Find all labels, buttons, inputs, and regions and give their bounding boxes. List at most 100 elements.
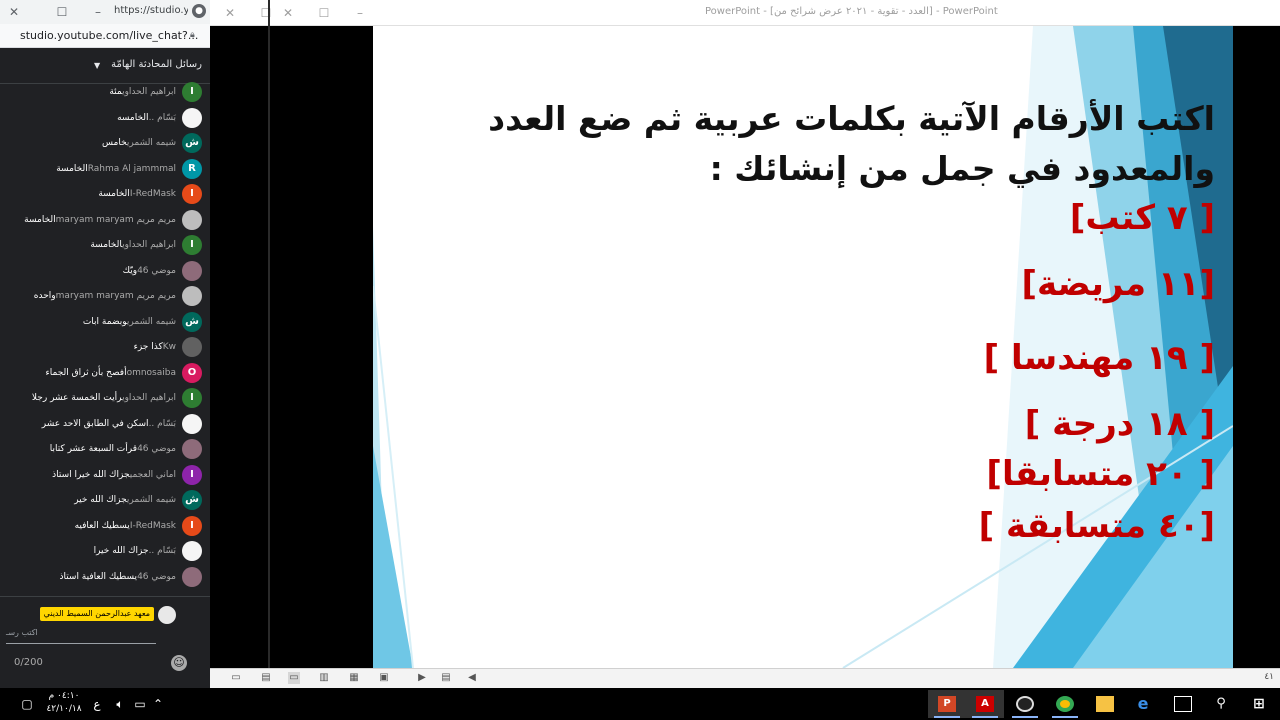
chat-author[interactable]: شيمه الشمري bbox=[127, 495, 176, 505]
chat-message[interactable]: Kwكذا جزء bbox=[0, 335, 202, 359]
acrobat-icon[interactable]: A bbox=[966, 690, 1004, 718]
chat-message[interactable]: موضي 46يسطيك العافية استاذ bbox=[0, 565, 202, 589]
chat-author[interactable]: I-RedMask bbox=[130, 521, 176, 531]
chat-author[interactable]: موضي 46 bbox=[137, 572, 176, 582]
maximize-icon[interactable]: ☐ bbox=[54, 4, 70, 20]
chat-author[interactable]: omnosaiba bbox=[127, 368, 176, 378]
search-icon[interactable]: ⚲ bbox=[1202, 690, 1240, 718]
chat-message[interactable]: بَسّام ..الخامسه bbox=[0, 106, 202, 130]
chat-author[interactable]: بَسّام .. bbox=[149, 419, 176, 429]
chat-author[interactable]: I-RedMask bbox=[130, 189, 176, 199]
avatar[interactable] bbox=[182, 107, 202, 128]
chat-author[interactable]: اماني العجمي bbox=[130, 470, 176, 480]
avatar[interactable] bbox=[182, 541, 202, 561]
chat-author[interactable]: ابراهيم الحداوي bbox=[122, 240, 176, 250]
chat-message[interactable]: اماني العجميجزاك الله خيرا استاذ I bbox=[0, 463, 202, 487]
chat-message[interactable]: شيمه الشمريجزاك الله خير ش bbox=[0, 488, 202, 512]
avatar[interactable]: ش bbox=[182, 490, 202, 510]
address-url[interactable]: studio.youtube.com/live_chat?... bbox=[20, 29, 198, 42]
outline-view-icon[interactable]: ▥ bbox=[318, 672, 330, 684]
close-icon[interactable]: ✕ bbox=[6, 4, 22, 20]
volume-icon[interactable]: 🔈︎ bbox=[112, 696, 128, 712]
chat-author[interactable]: موضي 46 bbox=[137, 266, 176, 276]
avatar[interactable]: R bbox=[182, 158, 202, 179]
avatar[interactable] bbox=[182, 286, 202, 306]
close-icon[interactable]: ✕ bbox=[222, 5, 238, 21]
maximize-icon[interactable]: ☐ bbox=[316, 5, 332, 21]
language-indicator[interactable]: ع bbox=[92, 696, 102, 712]
chat-message[interactable]: موضي 46ويّك bbox=[0, 259, 202, 283]
chevron-up-icon[interactable]: ⌃ bbox=[152, 696, 164, 712]
chat-message[interactable]: مريم مريم maryam maryamواحده bbox=[0, 284, 202, 308]
avatar[interactable] bbox=[182, 209, 202, 230]
chat-author[interactable]: ابراهيم الحداوي bbox=[122, 87, 176, 97]
chat-message[interactable]: I-RedMaskيسطيك العافيه I bbox=[0, 514, 202, 538]
chat-message[interactable]: مريم مريم maryam maryamالخامسة bbox=[0, 208, 202, 232]
address-bar[interactable]: studio.youtube.com/live_chat?... 🔒︎ bbox=[0, 24, 210, 48]
maximize-icon[interactable]: ☐ bbox=[258, 5, 274, 21]
chat-tab-title[interactable]: https://studio.y... bbox=[114, 5, 188, 19]
minimize-icon[interactable]: – bbox=[90, 4, 106, 20]
chat-message[interactable]: شيمه الشمريخامس ش bbox=[0, 131, 202, 155]
network-icon[interactable]: ▭ bbox=[132, 696, 148, 712]
comments-icon[interactable]: ▤ bbox=[260, 672, 272, 684]
avatar[interactable]: ش bbox=[182, 133, 202, 153]
chat-input[interactable]: اكتب رسـ bbox=[6, 628, 38, 637]
clock[interactable]: ٠٤:١٠ م ٤٢/١٠/١٨ bbox=[44, 690, 84, 716]
chat-author[interactable]: شيمه الشمري bbox=[127, 138, 176, 148]
chat-message[interactable]: موضي 46قرأت السبعة عشر كتابا bbox=[0, 437, 202, 461]
avatar[interactable] bbox=[182, 337, 202, 357]
previous-icon[interactable]: ◀ bbox=[466, 672, 478, 684]
chat-message[interactable]: بَسّام ..اسكن في الطابق الاحد عشر bbox=[0, 412, 202, 436]
notes-icon[interactable]: ▭ bbox=[230, 672, 242, 684]
edge-icon[interactable]: e bbox=[1124, 690, 1162, 718]
chat-message[interactable]: Rahma Al jammmalالخامسة R bbox=[0, 157, 202, 181]
avatar[interactable] bbox=[182, 413, 202, 434]
normal-view-icon[interactable]: ▭ bbox=[288, 672, 300, 684]
avatar[interactable] bbox=[182, 439, 202, 459]
powerpoint-icon[interactable]: P bbox=[928, 690, 966, 718]
chat-message[interactable]: شيمه الشمريوبضمة ابات ش bbox=[0, 310, 202, 334]
chat-author[interactable]: شيمه الشمري bbox=[127, 317, 176, 327]
windows-start-icon[interactable]: ⊞ bbox=[1240, 690, 1278, 718]
obs-icon[interactable] bbox=[1006, 690, 1044, 718]
minimize-icon[interactable]: – bbox=[352, 5, 368, 21]
menu-icon[interactable]: ▤ bbox=[440, 672, 452, 684]
avatar[interactable]: I bbox=[182, 388, 202, 408]
avatar[interactable]: O bbox=[182, 362, 202, 383]
chat-author[interactable]: Kw bbox=[163, 342, 176, 352]
avatar[interactable]: ش bbox=[182, 311, 202, 332]
file-explorer-icon[interactable] bbox=[1086, 690, 1124, 718]
avatar[interactable]: I bbox=[182, 464, 202, 485]
chat-author[interactable]: بَسّام .. bbox=[149, 546, 176, 556]
chat-author[interactable]: ابراهيم الحداوي bbox=[122, 393, 176, 403]
chat-message[interactable]: ابراهيم الحداويرأيت الخمسة عشر رجلا I bbox=[0, 386, 202, 410]
chevron-down-icon[interactable]: ▼ bbox=[94, 62, 102, 70]
slide-sorter-icon[interactable]: ▦ bbox=[348, 672, 360, 684]
chat-filter-title[interactable]: رسائل المحادثة الهامّة bbox=[111, 59, 202, 70]
avatar[interactable]: I bbox=[182, 184, 202, 204]
chat-message[interactable]: omnosaibaأفصح بأن ثراق الجماء O bbox=[0, 361, 202, 385]
chat-author[interactable]: مريم مريم maryam maryam bbox=[56, 291, 176, 301]
avatar[interactable]: I bbox=[182, 82, 202, 102]
chat-author[interactable]: مريم مريم maryam maryam bbox=[56, 215, 176, 225]
chat-message[interactable]: I-RedMaskالخامسة I bbox=[0, 182, 202, 206]
avatar[interactable] bbox=[182, 566, 202, 587]
chat-author[interactable]: Rahma Al jammmal bbox=[88, 164, 176, 174]
avatar[interactable]: I bbox=[182, 235, 202, 255]
notification-icon[interactable]: ▢ bbox=[20, 696, 34, 712]
avatar[interactable] bbox=[182, 260, 202, 281]
chrome-icon[interactable] bbox=[1046, 690, 1084, 718]
avatar[interactable]: I bbox=[182, 515, 202, 536]
chat-message[interactable]: بَسّام ..جزاك الله خيرا bbox=[0, 539, 202, 563]
chat-message[interactable]: ابراهيم الحداويمئة I bbox=[0, 80, 202, 104]
emoji-icon[interactable]: ☺ bbox=[171, 655, 187, 671]
play-icon[interactable]: ▶ bbox=[416, 672, 428, 684]
task-view-icon[interactable] bbox=[1164, 690, 1202, 718]
settings-icon[interactable]: ● bbox=[192, 4, 206, 18]
chat-author[interactable]: موضي 46 bbox=[137, 444, 176, 454]
reading-view-icon[interactable]: ▣ bbox=[378, 672, 390, 684]
chat-author[interactable]: بَسّام .. bbox=[149, 113, 176, 123]
close-icon[interactable]: ✕ bbox=[280, 5, 296, 21]
chat-message[interactable]: ابراهيم الحداويالخامسة I bbox=[0, 233, 202, 257]
